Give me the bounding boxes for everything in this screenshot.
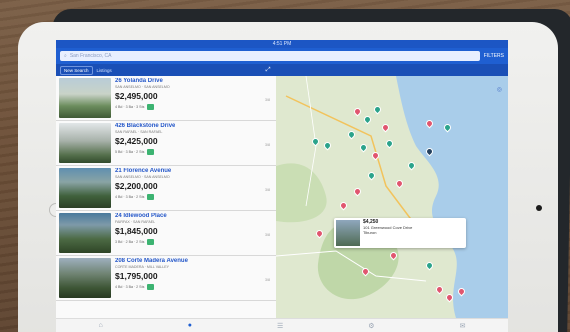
listing-photo	[59, 168, 111, 208]
map-view[interactable]: ◎ $4,250 101 Greenwood Cove Drive Tiburo…	[276, 76, 508, 318]
listing-city: SAN RAFAEL · SAN RAFAEL	[115, 130, 163, 134]
tab-settings[interactable]: ⚙	[368, 322, 374, 330]
map-listing-popup[interactable]: $4,250 101 Greenwood Cove Drive Tiburon	[334, 218, 466, 248]
listing-price: $2,425,000	[115, 136, 158, 146]
status-badge	[147, 239, 155, 245]
listing-city: CORTE MADERA · MILL VALLEY	[115, 265, 170, 269]
popup-city: Tiburon	[363, 230, 377, 235]
listing-price: $1,845,000	[115, 226, 158, 236]
tab-list[interactable]: ☰	[277, 322, 283, 330]
listing-address: 26 Yolanda Drive	[115, 78, 163, 84]
listing-count: 3/8	[265, 233, 270, 237]
popup-photo	[336, 220, 360, 246]
main-content: 26 Yolanda Drive SAN ANSELMO · SAN ANSEL…	[56, 76, 508, 318]
status-badge	[147, 194, 155, 200]
listing-photo	[59, 258, 111, 298]
nav-bar: ⌕ San Francisco, CA FILTERS	[56, 48, 508, 64]
status-badge	[147, 104, 155, 110]
sub-bar: New Search Listings ⤢	[56, 64, 508, 76]
status-badge	[147, 284, 155, 290]
filters-button[interactable]: FILTERS	[484, 53, 504, 59]
new-search-button[interactable]: New Search	[60, 65, 93, 75]
search-placeholder: San Francisco, CA	[69, 53, 112, 59]
list-item[interactable]: 208 Corte Madera Avenue CORTE MADERA · M…	[56, 256, 276, 301]
listing-specs: 5 Bd · 3 Ba · 2 Sts	[115, 150, 145, 154]
status-bar: 4:51 PM	[56, 40, 508, 48]
listing-photo	[59, 213, 111, 253]
status-badge	[147, 149, 155, 155]
listing-count: 3/8	[265, 98, 270, 102]
tab-home[interactable]: ⌂	[99, 322, 103, 329]
listing-address: 21 Florence Avenue	[115, 168, 172, 174]
list-item[interactable]: 24 Idlewood Place FAIRFAX · SAN RAFAEL $…	[56, 211, 276, 256]
listing-address: 426 Blackstone Drive	[115, 123, 176, 129]
listing-price: $1,795,000	[115, 271, 158, 281]
listing-price: $2,495,000	[115, 91, 158, 101]
tab-messages[interactable]: ✉	[460, 322, 466, 330]
list-item[interactable]: 26 Yolanda Drive SAN ANSELMO · SAN ANSEL…	[56, 76, 276, 121]
listing-address: 208 Corte Madera Avenue	[115, 258, 188, 264]
tab-bar: ⌂ ● ☰ ⚙ ✉	[56, 318, 508, 332]
front-camera	[536, 205, 542, 211]
listing-address: 24 Idlewood Place	[115, 213, 167, 219]
listing-list[interactable]: 26 Yolanda Drive SAN ANSELMO · SAN ANSEL…	[56, 76, 276, 318]
listing-price: $2,200,000	[115, 181, 158, 191]
listing-specs: 4 Bd · 3 Ba · 3 Sts	[115, 105, 145, 109]
search-input[interactable]: ⌕ San Francisco, CA	[60, 51, 480, 61]
list-item[interactable]: 426 Blackstone Drive SAN RAFAEL · SAN RA…	[56, 121, 276, 166]
listing-city: SAN ANSELMO · SAN ANSELMO	[115, 175, 170, 179]
locate-icon[interactable]: ◎	[497, 86, 502, 93]
tab-map[interactable]: ●	[188, 322, 192, 329]
listing-specs: 4 Bd · 3 Ba · 2 Sts	[115, 285, 145, 289]
search-icon: ⌕	[64, 53, 67, 59]
listing-city: FAIRFAX · SAN RAFAEL	[115, 220, 156, 224]
expand-icon[interactable]: ⤢	[266, 67, 271, 74]
status-time: 4:51 PM	[272, 41, 292, 47]
listing-city: SAN ANSELMO · SAN ANSELMO	[115, 85, 170, 89]
listing-count: 3/8	[265, 143, 270, 147]
listing-photo	[59, 78, 111, 118]
listing-count: 3/8	[265, 188, 270, 192]
map-canvas	[276, 76, 508, 318]
listing-specs: 4 Bd · 3 Ba · 2 Sts	[115, 195, 145, 199]
listing-photo	[59, 123, 111, 163]
listing-specs: 3 Bd · 2 Ba · 2 Sts	[115, 240, 145, 244]
listing-count: 3/8	[265, 278, 270, 282]
listings-label: Listings	[96, 67, 112, 73]
tablet-screen: 4:51 PM ⌕ San Francisco, CA FILTERS New …	[56, 40, 508, 332]
list-item[interactable]: 21 Florence Avenue SAN ANSELMO · SAN ANS…	[56, 166, 276, 211]
